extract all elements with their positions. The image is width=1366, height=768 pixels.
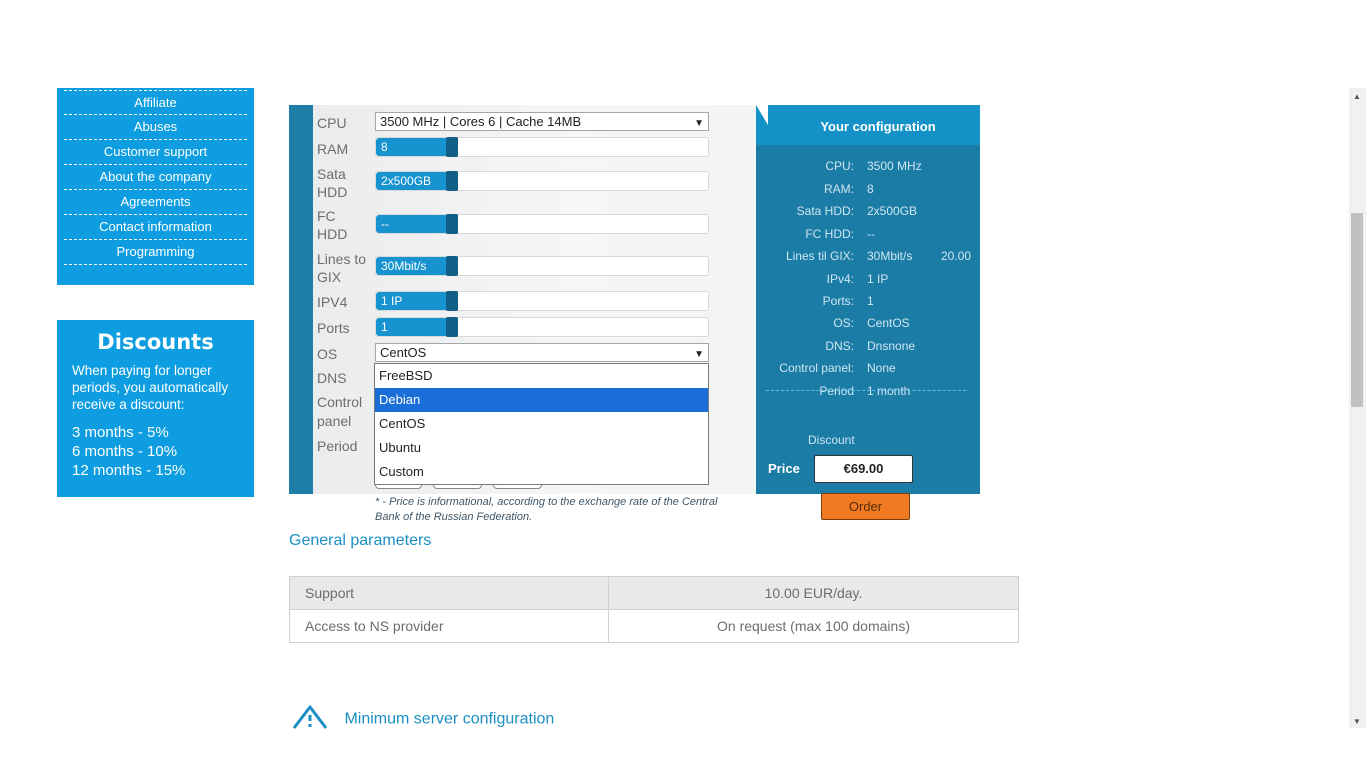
param-name: Support (289, 576, 609, 610)
sidebar-item-contact-information[interactable]: Contact information (64, 215, 247, 240)
control-panel-label: Control panel (317, 394, 363, 429)
discount-row: 6 months - 10% (72, 443, 178, 460)
server-configurator: CPU 3500 MHz | Cores 6 | Cache 14MB ▼ RA… (289, 105, 980, 494)
summary-key: Lines til GIX: (785, 249, 854, 263)
scrollbar[interactable]: ▲ ▼ (1349, 88, 1366, 728)
param-value: On request (max 100 domains) (608, 609, 1019, 643)
summary-key: CPU: (825, 159, 854, 173)
ipv4-slider[interactable]: 1 IP (375, 291, 709, 311)
sidebar-item-abuses[interactable]: Abuses (64, 115, 247, 140)
config-options-panel: CPU 3500 MHz | Cores 6 | Cache 14MB ▼ RA… (289, 105, 756, 494)
minimum-server-configuration-link[interactable]: Minimum server configuration (292, 704, 554, 735)
sidebar-item-agreements[interactable]: Agreements (64, 190, 247, 215)
scroll-up-icon[interactable]: ▲ (1353, 92, 1361, 101)
summary-divider (766, 390, 966, 391)
summary-key: RAM: (824, 182, 854, 196)
summary-key: DNS: (825, 339, 854, 353)
os-select-value: CentOS (380, 345, 427, 360)
ram-slider-handle[interactable] (446, 137, 458, 157)
general-parameters-table: Support 10.00 EUR/day. Access to NS prov… (289, 576, 1019, 643)
os-label: OS (317, 346, 338, 362)
warning-triangle-icon (292, 704, 328, 735)
lines-to-gix-label: Lines to GIX (317, 251, 367, 285)
sidebar-item-customer-support[interactable]: Customer support (64, 140, 247, 165)
discounts-text: When paying for longer periods, you auto… (72, 363, 229, 412)
os-option[interactable]: CentOS (375, 412, 708, 436)
sata-hdd-slider-handle[interactable] (446, 171, 458, 191)
config-stripe (289, 105, 313, 494)
sidebar-item-about-company[interactable]: About the company (64, 165, 247, 190)
sidebar-item-affiliate[interactable]: Affiliate (64, 90, 247, 115)
os-dropdown-list: FreeBSD Debian CentOS Ubuntu Custom (374, 363, 709, 485)
fc-hdd-slider-handle[interactable] (446, 214, 458, 234)
ipv4-label: IPV4 (317, 294, 348, 310)
ports-label: Ports (317, 320, 350, 336)
summary-value: 3500 MHz (867, 159, 922, 173)
summary-key: Control panel: (779, 361, 854, 375)
fc-hdd-label: FC HDD (317, 208, 348, 242)
summary-extra: 20.00 (941, 249, 972, 263)
lines-to-gix-slider-handle[interactable] (446, 256, 458, 276)
os-option[interactable]: FreeBSD (375, 364, 708, 388)
sidebar-item-programming[interactable]: Programming (64, 240, 247, 265)
summary-key: Period (819, 384, 854, 398)
summary-value: 1 (867, 294, 874, 308)
sidebar-menu: Affiliate Abuses Customer support About … (57, 88, 254, 285)
table-row: Support 10.00 EUR/day. (289, 576, 1019, 610)
ram-slider[interactable]: 8 (375, 137, 709, 157)
cpu-select[interactable]: 3500 MHz | Cores 6 | Cache 14MB ▼ (375, 112, 709, 131)
summary-key: FC HDD: (805, 227, 854, 241)
scrollbar-thumb[interactable] (1351, 213, 1363, 407)
summary-key: OS: (833, 316, 854, 330)
param-value: 10.00 EUR/day. (608, 576, 1019, 610)
summary-value: Dnsnone (867, 339, 916, 353)
period-label: Period (317, 438, 358, 454)
scroll-down-icon[interactable]: ▼ (1353, 717, 1361, 726)
os-option-highlighted[interactable]: Debian (375, 388, 708, 412)
summary-value: 1 IP (867, 272, 889, 286)
chevron-down-icon: ▼ (694, 118, 704, 129)
table-row: Access to NS provider On request (max 10… (289, 609, 1019, 643)
page: Affiliate Abuses Customer support About … (0, 0, 1366, 768)
cpu-select-value: 3500 MHz | Cores 6 | Cache 14MB (380, 114, 582, 129)
summary-value: -- (867, 227, 875, 241)
param-name: Access to NS provider (289, 609, 609, 643)
summary-title: Your configuration (756, 105, 980, 145)
summary-value: 2x500GB (867, 204, 918, 218)
dns-label: DNS (317, 370, 347, 386)
price-note: * - Price is informational, according to… (375, 496, 718, 523)
discount-row: 3 months - 5% (72, 424, 169, 441)
configuration-summary: Your configuration CPU: 3500 MHz RAM: 8 Sata… (756, 105, 980, 494)
summary-value: 8 (867, 182, 874, 196)
price-value: €69.00 (814, 455, 913, 483)
ram-label: RAM (317, 141, 349, 157)
general-parameters-title: General parameters (289, 532, 432, 549)
fc-hdd-slider[interactable]: -- (375, 214, 709, 234)
discount-label: Discount (808, 433, 855, 447)
summary-value: CentOS (867, 316, 910, 330)
cpu-label: CPU (317, 115, 347, 131)
summary-value: 30Mbit/s (867, 249, 913, 263)
lines-to-gix-slider[interactable]: 30Mbit/s (375, 256, 709, 276)
summary-value: None (867, 361, 896, 375)
summary-value: 1 month (867, 384, 911, 398)
sata-hdd-label: Sata HDD (317, 166, 348, 200)
discounts-title: Discounts (97, 330, 214, 354)
chevron-down-icon: ▼ (694, 349, 704, 360)
ports-slider[interactable]: 1 (375, 317, 709, 337)
summary-key: Sata HDD: (796, 204, 854, 218)
summary-key: IPv4: (826, 272, 854, 286)
os-option[interactable]: Custom (375, 460, 708, 484)
order-button[interactable]: Order (821, 493, 910, 520)
summary-key: Ports: (822, 294, 854, 308)
price-label: Price (768, 461, 800, 476)
discounts-panel: Discounts When paying for longer periods… (57, 320, 254, 497)
minimum-server-configuration-label: Minimum server configuration (344, 710, 555, 728)
os-select[interactable]: CentOS ▼ (375, 343, 709, 362)
sata-hdd-slider[interactable]: 2x500GB (375, 171, 709, 191)
os-option[interactable]: Ubuntu (375, 436, 708, 460)
ports-slider-handle[interactable] (446, 317, 458, 337)
discount-row: 12 months - 15% (72, 462, 186, 479)
ipv4-slider-handle[interactable] (446, 291, 458, 311)
